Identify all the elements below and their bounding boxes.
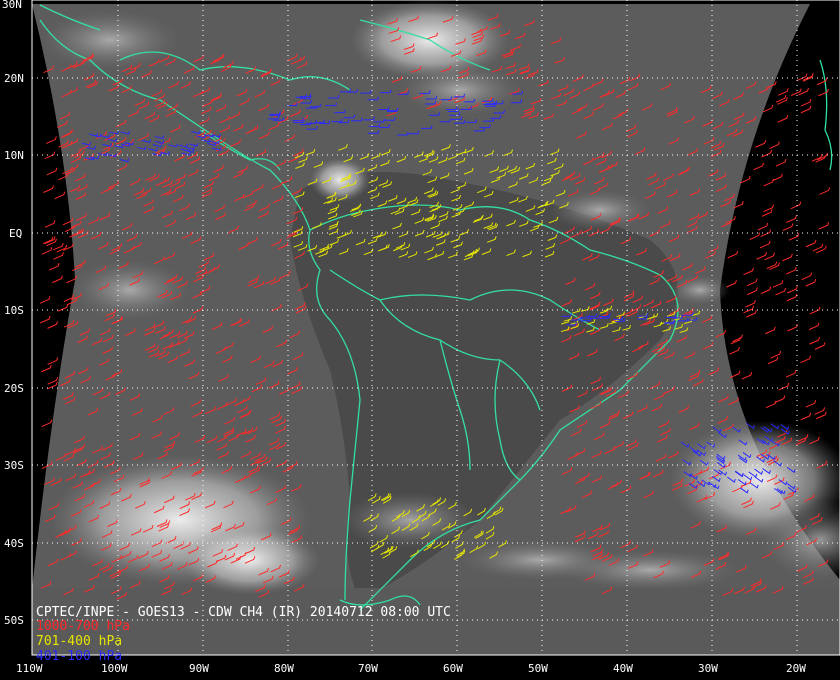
legend-low-level: 1000-700 hPa (36, 619, 130, 634)
lat-label: 20S (4, 382, 24, 395)
legend-mid-level: 701-400 hPa (36, 634, 123, 649)
product-title: CPTEC/INPE - GOES13 - CDW CH4 (IR) 20140… (36, 605, 451, 620)
lon-label: 30W (698, 662, 718, 675)
lat-label: 10N (4, 149, 24, 162)
lon-label: 70W (358, 662, 378, 675)
lat-label: 40S (4, 537, 24, 550)
lat-label: 20N (4, 72, 24, 85)
lon-label: 50W (528, 662, 548, 675)
lon-label: 80W (274, 662, 294, 675)
lon-label: 40W (613, 662, 633, 675)
lat-label: 10S (4, 304, 24, 317)
lon-label: 20W (786, 662, 806, 675)
lat-label: EQ (9, 227, 22, 240)
satellite-wind-map: 30N 20N 10N EQ 10S 20S 30S 40S 50S 110W … (0, 0, 840, 680)
lat-label: 30N (2, 0, 22, 11)
legend-high-level: 401-100 hPa (36, 649, 123, 664)
lon-label: 90W (189, 662, 209, 675)
lat-label: 50S (4, 614, 24, 627)
lon-label: 60W (443, 662, 463, 675)
lat-label: 30S (4, 459, 24, 472)
